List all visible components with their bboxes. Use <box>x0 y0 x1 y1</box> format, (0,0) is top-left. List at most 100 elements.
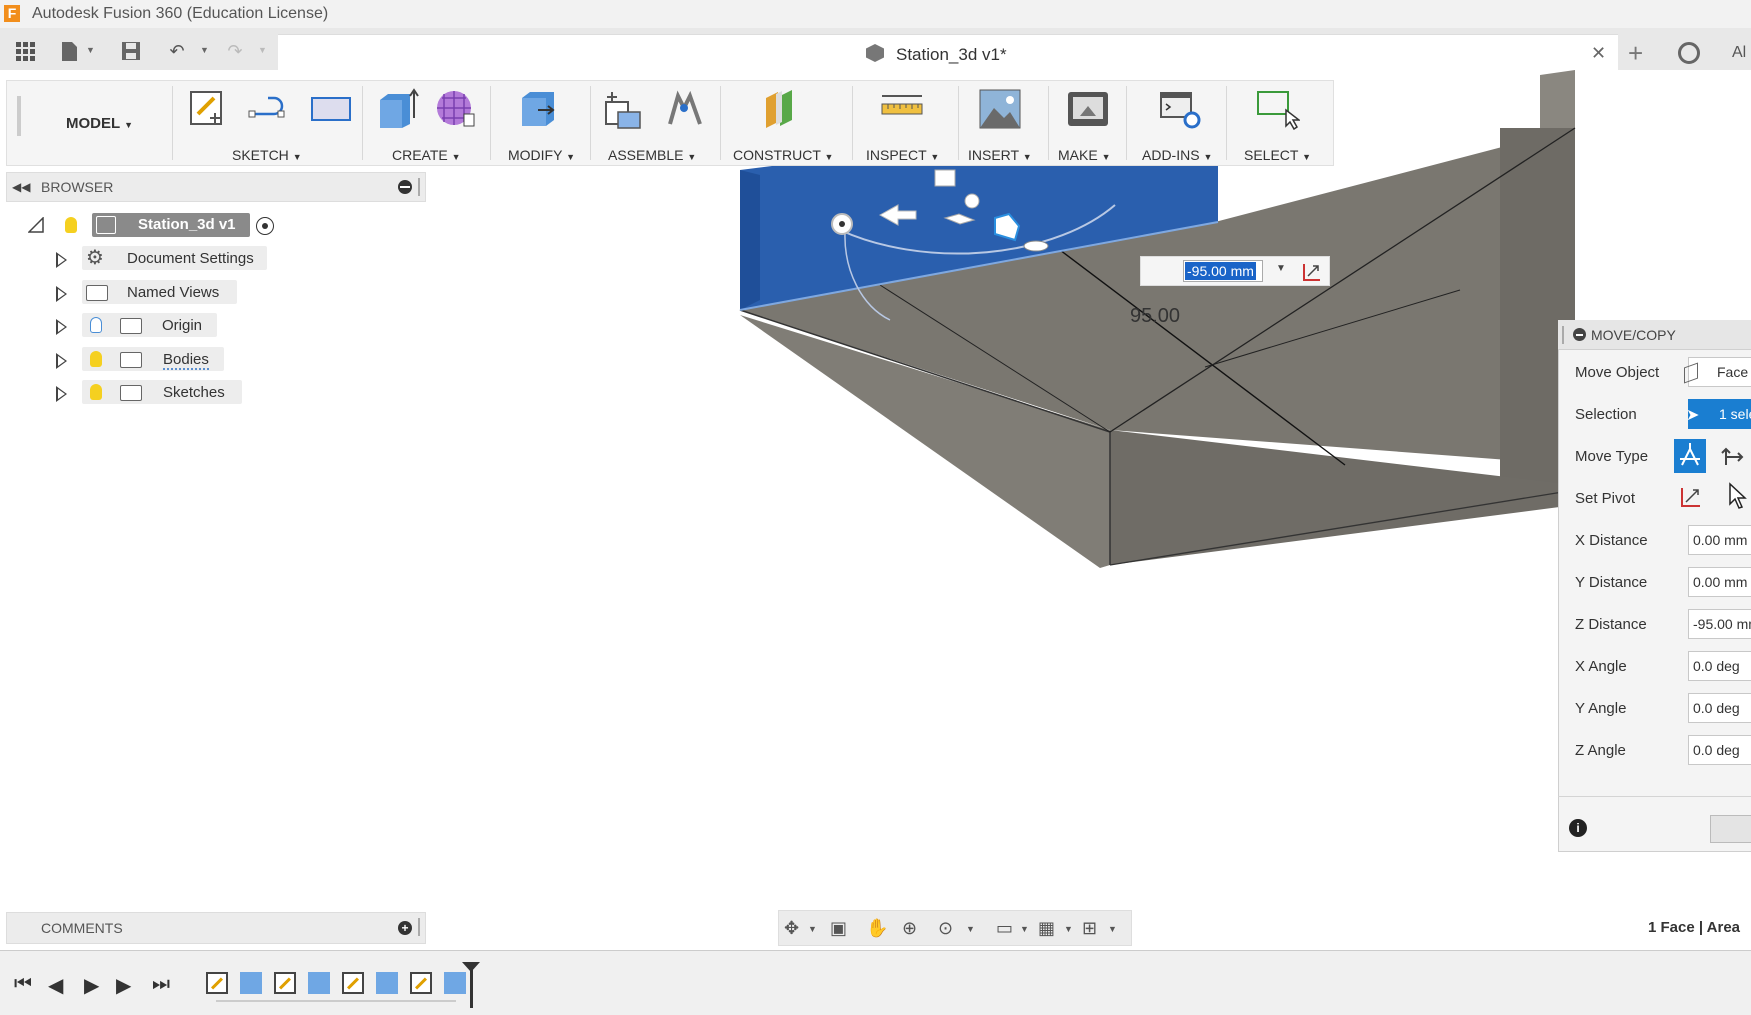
undo-caret-icon[interactable]: ▼ <box>200 45 209 55</box>
create-menu[interactable]: CREATE ▼ <box>392 147 461 163</box>
file-menu-caret-icon[interactable]: ▼ <box>86 45 95 55</box>
inspect-menu[interactable]: INSPECT ▼ <box>866 147 939 163</box>
info-icon[interactable]: i <box>1569 819 1587 837</box>
grid-caret-icon[interactable]: ▼ <box>1064 924 1073 934</box>
orbit-move-icon[interactable]: ✥ <box>784 918 799 939</box>
new-tab-button[interactable]: + <box>1628 38 1643 69</box>
browser-pin-icon[interactable] <box>418 178 420 196</box>
add-comment-icon[interactable]: + <box>398 921 412 935</box>
y-distance-input[interactable]: 0.00 mm <box>1688 567 1751 597</box>
origin-visibility-bulb-icon[interactable] <box>90 317 102 333</box>
timeline-move-icon[interactable] <box>444 972 466 994</box>
move-type-free-button[interactable] <box>1674 439 1706 473</box>
timeline-end-icon[interactable]: ⏭ <box>152 973 170 996</box>
timeline-extrude-icon[interactable] <box>376 972 398 994</box>
expand-bodies-icon[interactable] <box>56 353 67 369</box>
make-menu[interactable]: MAKE ▼ <box>1058 147 1111 163</box>
file-menu-icon[interactable] <box>58 40 80 62</box>
press-pull-icon[interactable] <box>518 88 556 128</box>
x-distance-input[interactable]: 0.00 mm <box>1688 525 1751 555</box>
select-menu[interactable]: SELECT ▼ <box>1244 147 1311 163</box>
toolbar-grip[interactable] <box>17 96 21 136</box>
collapse-browser-icon[interactable]: ◀◀ <box>12 180 30 194</box>
distance-value-input[interactable]: -95.00 mm <box>1183 260 1263 282</box>
select-tool-icon[interactable] <box>1256 88 1302 131</box>
grid-settings-icon[interactable]: ▦ <box>1038 918 1055 939</box>
zoom-window-icon[interactable]: ⊙ <box>938 918 953 939</box>
new-component-icon[interactable] <box>602 88 641 129</box>
data-panel-grid-icon[interactable] <box>14 40 36 62</box>
expand-named-views-icon[interactable] <box>56 286 67 302</box>
viewports-caret-icon[interactable]: ▼ <box>1108 924 1117 934</box>
workspace-switcher[interactable]: MODEL ▼ <box>66 115 133 132</box>
timeline-extrude-icon[interactable] <box>240 972 262 994</box>
ok-button[interactable] <box>1710 815 1751 843</box>
timeline-sketch-icon[interactable] <box>274 972 296 994</box>
model-3d-view[interactable] <box>0 70 1751 950</box>
rectangle-tool-icon[interactable] <box>310 88 351 128</box>
undo-icon[interactable]: ↶ <box>166 40 188 62</box>
offset-plane-icon[interactable] <box>762 88 800 128</box>
comments-pin-icon[interactable] <box>418 918 420 936</box>
construct-menu[interactable]: CONSTRUCT ▼ <box>733 147 833 163</box>
extrude-icon[interactable] <box>376 88 419 128</box>
save-icon[interactable] <box>120 40 142 62</box>
measure-icon[interactable] <box>880 88 923 128</box>
zoom-caret-icon[interactable]: ▼ <box>966 924 975 934</box>
expand-origin-icon[interactable] <box>56 319 67 335</box>
sketches-visibility-bulb-icon[interactable] <box>90 384 102 400</box>
value-dropdown-caret-icon[interactable]: ▼ <box>1276 263 1286 274</box>
root-collapse-icon[interactable] <box>27 216 44 233</box>
insert-canvas-icon[interactable] <box>978 88 1021 129</box>
z-angle-input[interactable]: 0.0 deg <box>1688 735 1751 765</box>
timeline-sketch-icon[interactable] <box>206 972 228 994</box>
timeline-sketch-icon[interactable] <box>342 972 364 994</box>
sketch-menu[interactable]: SKETCH ▼ <box>232 147 302 163</box>
z-distance-input[interactable]: -95.00 mm <box>1688 609 1751 639</box>
viewports-icon[interactable]: ⊞ <box>1082 918 1097 939</box>
display-settings-icon[interactable]: ▭ <box>996 918 1013 939</box>
addins-menu[interactable]: ADD-INS ▼ <box>1142 147 1212 163</box>
timeline-previous-icon[interactable]: ◀ <box>48 973 63 998</box>
timeline-marker[interactable] <box>470 966 473 1008</box>
set-pivot-button[interactable] <box>1678 484 1706 510</box>
move-type-translate-button[interactable] <box>1716 441 1748 473</box>
orbit-caret-icon[interactable]: ▼ <box>808 924 817 934</box>
redo-icon[interactable]: ↷ <box>224 40 246 62</box>
joint-icon[interactable] <box>664 88 702 128</box>
timeline-start-icon[interactable]: ⏮ <box>14 973 32 996</box>
expand-document-settings-icon[interactable] <box>56 252 67 268</box>
expand-sketches-icon[interactable] <box>56 386 67 402</box>
x-angle-input[interactable]: 0.0 deg <box>1688 651 1751 681</box>
create-sketch-icon[interactable] <box>188 88 226 128</box>
timeline-extrude-icon[interactable] <box>308 972 330 994</box>
modify-menu[interactable]: MODIFY ▼ <box>508 147 575 163</box>
pivot-axes-icon[interactable] <box>1300 260 1324 287</box>
close-tab-icon[interactable]: ✕ <box>1591 43 1606 64</box>
line-tool-icon[interactable] <box>248 88 286 128</box>
rotate-handle-bottom-icon[interactable] <box>1023 240 1049 252</box>
zoom-icon[interactable]: ⊕ <box>902 918 917 939</box>
display-caret-icon[interactable]: ▼ <box>1020 924 1029 934</box>
create-form-icon[interactable] <box>434 88 475 128</box>
redo-caret-icon[interactable]: ▼ <box>258 45 267 55</box>
pan-hand-icon[interactable]: ✋ <box>866 918 888 939</box>
root-visibility-bulb-icon[interactable] <box>65 217 77 233</box>
dialog-grip[interactable] <box>1562 326 1564 344</box>
insert-menu[interactable]: INSERT ▼ <box>968 147 1032 163</box>
look-at-icon[interactable]: ▣ <box>830 918 847 939</box>
user-account[interactable]: Al <box>1732 44 1746 62</box>
y-angle-input[interactable]: 0.0 deg <box>1688 693 1751 723</box>
timeline-play-icon[interactable]: ▶ <box>84 973 99 998</box>
timeline-next-icon[interactable]: ▶ <box>116 973 131 998</box>
timeline-sketch-icon[interactable] <box>410 972 432 994</box>
3d-print-icon[interactable] <box>1066 88 1108 128</box>
gizmo-center-icon[interactable] <box>964 193 980 209</box>
bodies-visibility-bulb-icon[interactable] <box>90 351 102 367</box>
job-status-clock-icon[interactable] <box>1678 42 1700 64</box>
move-plane-handle-icon[interactable] <box>934 169 956 187</box>
scripts-addins-icon[interactable] <box>1158 88 1201 129</box>
assemble-menu[interactable]: ASSEMBLE ▼ <box>608 147 696 163</box>
canvas-viewport[interactable] <box>0 70 1751 950</box>
toolbar-separator <box>1048 86 1049 160</box>
